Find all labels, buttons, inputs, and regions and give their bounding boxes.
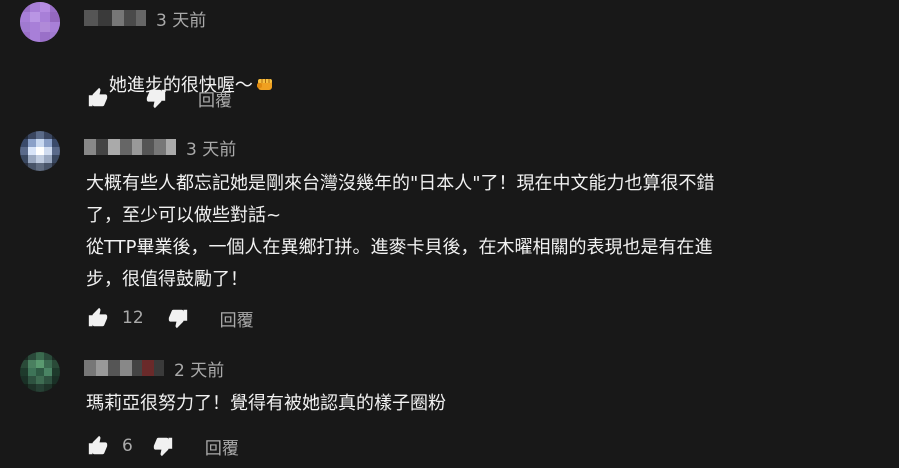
comment-thread-3: 2 天前 瑪莉亞很努力了！覺得有被她認真的樣子圈粉 6 回覆: [0, 0, 899, 468]
thumb-up-icon: [88, 435, 108, 455]
comment-text: 瑪莉亞很努力了！覺得有被她認真的樣子圈粉: [86, 393, 446, 414]
thumb-down-icon: [153, 437, 172, 457]
author-name-masked[interactable]: [84, 360, 164, 376]
comment-timestamp[interactable]: 2 天前: [174, 356, 224, 381]
like-count: 6: [122, 436, 133, 456]
like-button[interactable]: [86, 434, 110, 458]
dislike-button[interactable]: [151, 434, 175, 458]
reply-button[interactable]: 回覆: [205, 434, 239, 459]
avatar[interactable]: [20, 352, 60, 392]
